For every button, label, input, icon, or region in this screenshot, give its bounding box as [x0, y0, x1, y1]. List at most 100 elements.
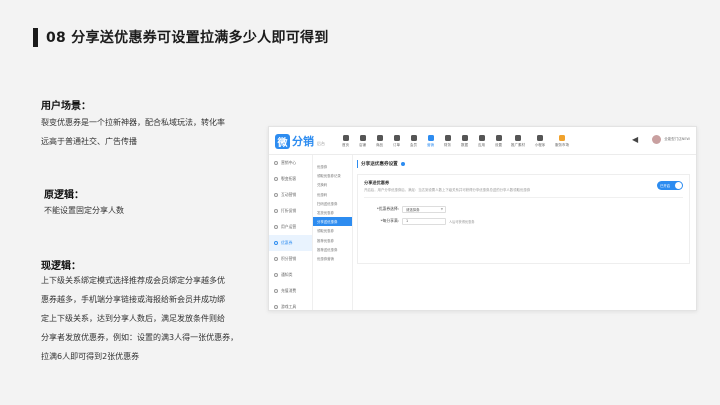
- nav-label: 订单: [393, 142, 400, 147]
- nav-label: 推广素材: [511, 142, 525, 147]
- sidebar-label: 互动营销: [281, 192, 297, 197]
- sidebar-item[interactable]: 通知类: [269, 267, 312, 283]
- app-logo[interactable]: 微 分销 后台: [275, 133, 325, 149]
- nav-label: 店铺: [359, 142, 366, 147]
- sidebar-label: 优惠券: [281, 240, 293, 245]
- subnav-item[interactable]: 推荐送优惠券: [313, 245, 352, 254]
- share-count-label: *每分享满:: [380, 218, 399, 223]
- title-accent-bar: [33, 28, 38, 47]
- nav-settings[interactable]: 设置: [490, 130, 507, 152]
- sidebar-item[interactable]: 裂变拓客: [269, 171, 312, 187]
- subnav-item[interactable]: 发放优惠券: [313, 208, 352, 217]
- nav-goods[interactable]: 商品: [371, 130, 388, 152]
- nav-marketing[interactable]: 营销: [422, 130, 439, 152]
- admin-screenshot: 微 分销 后台 首页 店铺 商品 订单 会员 营销 财务 数据 应用 设置 推广…: [268, 126, 697, 311]
- sidebar-item-coupon[interactable]: 优惠券: [269, 235, 312, 251]
- notification-icon[interactable]: ◀: [632, 135, 638, 144]
- nav-label: 数据: [461, 142, 468, 147]
- help-icon[interactable]: [400, 162, 405, 166]
- nav-label: 首页: [342, 142, 349, 147]
- subnav-item-share-coupon[interactable]: 分享送优惠券: [313, 217, 352, 227]
- sidebar-icon: [274, 241, 278, 245]
- sidebar-item[interactable]: 用户运营: [269, 219, 312, 235]
- panel-title: 分享送优惠券: [364, 180, 390, 185]
- sidebar-icon: [274, 193, 278, 197]
- logo-text: 分销: [292, 135, 314, 148]
- order-icon: [393, 134, 400, 141]
- old-logic-line: 不能设置固定分享人数: [44, 206, 124, 215]
- share-count-input[interactable]: 1: [402, 217, 446, 225]
- subnav-item[interactable]: 兑换码: [313, 180, 352, 189]
- nav-label: 服务市场: [555, 142, 569, 147]
- settings-icon: [495, 134, 502, 141]
- scene-heading: 用户场景：: [41, 101, 91, 112]
- nav-label: 设置: [495, 142, 502, 147]
- panel-description: 开启后，用户分享优惠券后，满足：当达到设置人数上下级关系并可获得分享优惠券总送的…: [364, 188, 531, 192]
- nav-store[interactable]: 店铺: [354, 130, 371, 152]
- nav-data[interactable]: 数据: [456, 130, 473, 152]
- share-count-hint: 人后可获得优惠券: [449, 219, 475, 224]
- sidebar-icon: [274, 273, 278, 277]
- shop-name[interactable]: 全能型门店NEW: [664, 137, 690, 142]
- nav-miniapp[interactable]: 小程序: [529, 130, 551, 152]
- subnav-item[interactable]: 推荐优惠券: [313, 236, 352, 245]
- sidebar-label: 营销中心: [281, 160, 297, 165]
- new-logic-text: 上下级关系绑定模式选择推荐成会员绑定分享越多优 惠券越多，手机端分享链接或海报给…: [41, 271, 238, 366]
- market-icon: [559, 134, 565, 141]
- sidebar-item[interactable]: 游戏工具: [269, 299, 312, 310]
- subnav-item[interactable]: 扫码送优惠券: [313, 199, 352, 208]
- nav-apps[interactable]: 应用: [473, 130, 490, 152]
- sidebar: 营销中心 裂变拓客 互动营销 打折促销 用户运营 优惠券 积分营销 通知类 充值…: [269, 155, 313, 310]
- subnav-item[interactable]: 优惠券营销: [313, 254, 352, 263]
- sidebar-icon: [274, 257, 278, 261]
- scene-text: 裂变优惠券是一个拉新神器，配合私域玩法，转化率 远高于普通社交、广告传播: [41, 113, 225, 151]
- nav-order[interactable]: 订单: [388, 130, 405, 152]
- new-logic-line: 惠券越多，手机端分享链接或海报给新会员并成功绑: [41, 295, 225, 304]
- page-title: 分享送优惠券设置: [357, 160, 693, 168]
- coupon-select-value: 请选择券: [406, 207, 420, 212]
- member-icon: [410, 134, 417, 141]
- subnav-item[interactable]: 领取优惠券记录: [313, 171, 352, 180]
- sub-sidebar: 优惠券 领取优惠券记录 兑换码 优惠码 扫码送优惠券 发放优惠券 分享送优惠券 …: [313, 155, 353, 310]
- nav-promo[interactable]: 推广素材: [507, 130, 529, 152]
- enable-toggle[interactable]: 已开启: [657, 181, 683, 190]
- subnav-item[interactable]: 领取优惠券: [313, 226, 352, 235]
- toggle-label: 已开启: [660, 184, 671, 189]
- nav-member[interactable]: 会员: [405, 130, 422, 152]
- sidebar-icon: [274, 305, 278, 309]
- nav-label: 营销: [427, 142, 434, 147]
- data-icon: [461, 134, 468, 141]
- promo-icon: [515, 134, 521, 141]
- sidebar-item[interactable]: 打折促销: [269, 203, 312, 219]
- logo-subtitle: 后台: [317, 141, 325, 146]
- sidebar-label: 打折促销: [281, 208, 297, 213]
- new-logic-line: 拉满6人即可得到2张优惠券: [41, 352, 140, 361]
- chevron-down-icon: ▼: [440, 207, 443, 211]
- subnav-item[interactable]: 优惠券: [313, 162, 352, 171]
- apps-icon: [478, 134, 485, 141]
- avatar[interactable]: [652, 135, 662, 144]
- sidebar-item[interactable]: 营销中心: [269, 155, 312, 171]
- goods-icon: [376, 134, 383, 141]
- nav-finance[interactable]: 财务: [439, 130, 456, 152]
- coupon-select-label: *优惠券选择:: [376, 206, 399, 211]
- new-logic-line: 定上下级关系，达到分享人数后，满足发放条件则给: [41, 314, 225, 323]
- coupon-select[interactable]: 请选择券 ▼: [402, 205, 446, 213]
- settings-panel: 分享送优惠券 开启后，用户分享优惠券后，满足：当达到设置人数上下级关系并可获得分…: [357, 174, 690, 264]
- sidebar-item[interactable]: 积分营销: [269, 251, 312, 267]
- store-icon: [359, 134, 366, 141]
- scene-line: 裂变优惠券是一个拉新神器，配合私域玩法，转化率: [41, 118, 225, 127]
- nav-market[interactable]: 服务市场: [551, 130, 573, 152]
- sidebar-icon: [274, 177, 278, 181]
- nav-home[interactable]: 首页: [337, 130, 354, 152]
- old-logic-text: 不能设置固定分享人数: [44, 201, 124, 220]
- nav-label: 财务: [444, 142, 451, 147]
- subnav-item[interactable]: 优惠码: [313, 190, 352, 199]
- sidebar-label: 裂变拓客: [281, 176, 297, 181]
- sidebar-item[interactable]: 互动营销: [269, 187, 312, 203]
- new-logic-line: 分享者发放优惠券，例如：设置的满3人得一张优惠券，: [41, 333, 239, 342]
- sidebar-item[interactable]: 充值消费: [269, 283, 312, 299]
- sidebar-label: 游戏工具: [281, 304, 297, 309]
- page-title-text: 分享送优惠券设置: [361, 162, 398, 167]
- nav-label: 会员: [410, 142, 417, 147]
